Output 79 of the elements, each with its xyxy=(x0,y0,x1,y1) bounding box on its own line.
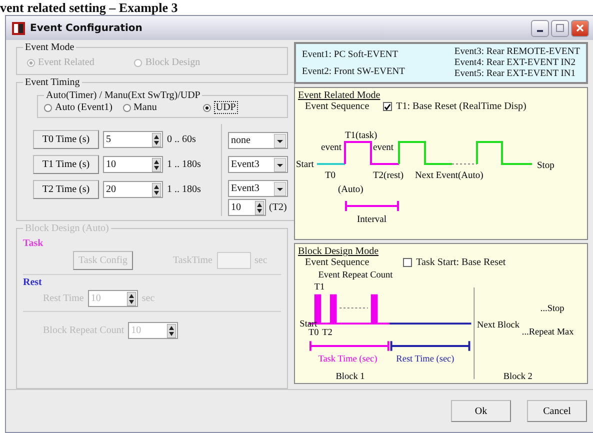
check-icon xyxy=(384,102,392,110)
diagram-label: T0 xyxy=(325,171,336,181)
diagram-label: T1(task) xyxy=(345,131,378,141)
diagram-label: event xyxy=(373,143,394,153)
start-line xyxy=(317,163,345,165)
spin-icon xyxy=(152,158,161,172)
panel-title: Event Related Mode xyxy=(298,90,380,101)
number-field[interactable]: 10 xyxy=(103,156,163,173)
group-label: Event Timing xyxy=(24,77,81,88)
spin-icon xyxy=(255,200,264,214)
legend-text: Event3: Rear REMOTE-EVENT xyxy=(454,46,580,57)
number-field[interactable]: 5 xyxy=(103,131,163,148)
sequence-label: Event Sequence xyxy=(305,101,370,112)
minimize-button[interactable] xyxy=(531,20,549,36)
diagram-label: Rest Time (sec) xyxy=(396,354,454,365)
number-field[interactable]: 20 xyxy=(103,181,163,198)
range-label: 1 .. 180s xyxy=(167,184,201,195)
radio-option[interactable]: Manu xyxy=(122,102,157,113)
spin-icon xyxy=(167,324,176,338)
caret-icon xyxy=(274,158,286,172)
section-label: Rest xyxy=(23,277,43,288)
dropdown[interactable]: Event3 xyxy=(228,180,288,197)
number-field[interactable]: 10 xyxy=(228,199,266,216)
checkbox-option[interactable]: Task Start: Base Reset xyxy=(403,257,506,268)
close-icon xyxy=(576,24,584,32)
group-label: Event Mode xyxy=(24,42,76,53)
panel-title: Block Design Mode xyxy=(298,246,379,257)
close-button[interactable] xyxy=(571,20,589,36)
legend-text: Event1: PC Soft-EVENT xyxy=(302,50,400,60)
checkbox-option[interactable]: T1: Base Reset (RealTime Disp) xyxy=(383,101,526,112)
event-pulse xyxy=(476,141,532,165)
interval-bracket xyxy=(344,200,400,212)
time-button[interactable]: T2 Time (s) xyxy=(33,180,99,199)
time-button[interactable]: T0 Time (s) xyxy=(33,130,99,149)
diagram-label: event xyxy=(321,143,342,153)
dialog-button[interactable]: Cancel xyxy=(527,400,587,422)
caret-icon xyxy=(274,134,286,148)
diagram-label: Stop xyxy=(537,161,554,171)
range-label: 0 .. 60s xyxy=(167,134,196,145)
legend-text: Event2: Front SW-EVENT xyxy=(302,66,405,76)
range-label: 1 .. 180s xyxy=(167,159,201,170)
task-pulse xyxy=(344,141,399,165)
dotted-line xyxy=(339,307,368,308)
spin-icon xyxy=(126,292,136,306)
diagram-label: Next Block xyxy=(477,320,520,330)
diagram-label: ...Stop xyxy=(540,304,564,314)
dropdown[interactable]: none xyxy=(228,132,288,149)
diagram-label: Start xyxy=(300,319,318,330)
radio-option[interactable]: Auto (Event1) xyxy=(44,102,112,113)
diagram-label: Next Event(Auto) xyxy=(415,171,484,181)
group-label: Auto(Timer) / Manu(Ext SwTrg)/UDP xyxy=(45,90,202,101)
diagram-label: Interval xyxy=(357,215,387,225)
diagram-label: Event Repeat Count xyxy=(318,270,393,281)
time-button[interactable]: T1 Time (s) xyxy=(33,155,99,174)
app-icon xyxy=(12,22,25,34)
spin-icon xyxy=(152,182,161,196)
window-title: Event Configuration xyxy=(30,22,142,34)
maximize-icon xyxy=(556,24,564,32)
dialog-button[interactable]: Ok xyxy=(451,400,511,422)
section-label: Task xyxy=(23,238,44,249)
diagram-label: (Auto) xyxy=(338,185,364,195)
spin-icon xyxy=(152,132,161,146)
dropdown[interactable]: Event3 xyxy=(228,156,288,173)
diagram-label: ...Repeat Max xyxy=(522,327,574,338)
diagram-label: T0 xyxy=(308,328,319,338)
diagram-label: Block 1 xyxy=(336,372,365,382)
diagram-label: Start xyxy=(296,160,314,170)
legend-text: Event4: Rear EXT-EVENT IN2 xyxy=(454,58,577,68)
diagram-label: Block 2 xyxy=(503,372,532,382)
legend-text: Event5: Rear EXT-EVENT IN1 xyxy=(454,69,577,80)
diagram-label: T2 xyxy=(322,328,332,338)
caret-icon xyxy=(274,182,286,196)
page-caption: vent related setting – Example 3 xyxy=(0,0,179,15)
event-pulse xyxy=(398,141,452,165)
diagram-label: T2(rest) xyxy=(373,171,404,181)
suffix-label: (T2) xyxy=(269,202,287,213)
diagram-label: Task Time (sec) xyxy=(318,354,378,365)
diagram-label: T1 xyxy=(314,282,325,292)
sequence-label: Event Sequence xyxy=(305,257,370,268)
